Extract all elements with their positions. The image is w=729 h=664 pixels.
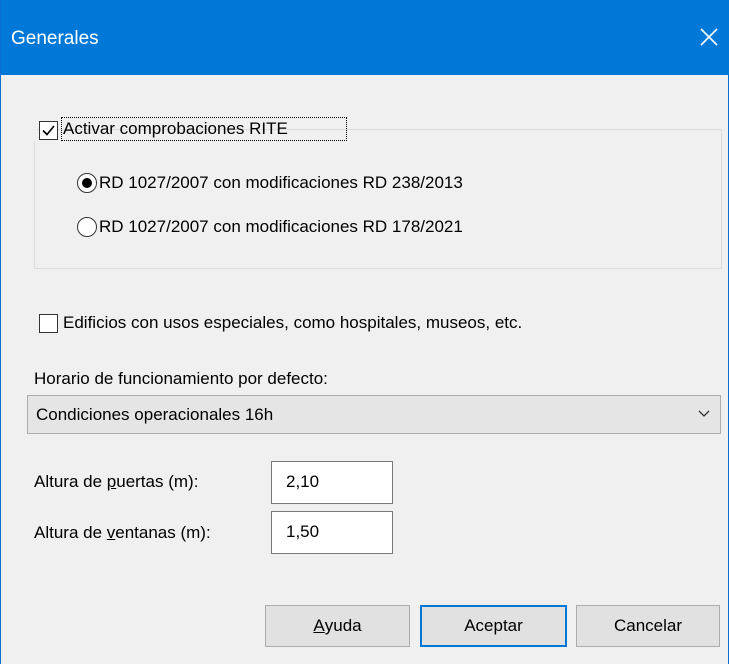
schedule-dropdown[interactable]: Condiciones operacionales 16h: [27, 395, 721, 434]
rite-group-legend: [31, 113, 37, 141]
dialog-window: Generales Activar comprobaciones RITE RD…: [0, 0, 729, 664]
rite-checkbox[interactable]: [39, 121, 58, 140]
accept-label: Aceptar: [464, 616, 523, 635]
window-height-input[interactable]: 1,50: [271, 511, 393, 554]
rite-checkbox-label[interactable]: Activar comprobaciones RITE: [63, 119, 288, 139]
help-button[interactable]: Ayuda: [265, 605, 410, 647]
window-height-value: 1,50: [286, 522, 320, 541]
accept-button[interactable]: Aceptar: [420, 605, 567, 647]
schedule-selected-value: Condiciones operacionales 16h: [36, 405, 274, 424]
cancel-button[interactable]: Cancelar: [576, 605, 720, 647]
schedule-label: Horario de funcionamiento por defecto:: [34, 369, 328, 388]
window-title: Generales: [11, 28, 99, 49]
door-height-label: Altura de puertas (m):: [34, 472, 199, 491]
radio-label-rd-238-2013[interactable]: RD 1027/2007 con modificaciones RD 238/2…: [99, 173, 463, 193]
help-accel: A: [313, 616, 325, 635]
special-use-label[interactable]: Edificios con usos especiales, como hosp…: [63, 313, 522, 333]
title-bar[interactable]: Generales: [1, 0, 729, 75]
door-height-value: 2,10: [286, 472, 320, 491]
radio-label-rd-178-2021[interactable]: RD 1027/2007 con modificaciones RD 178/2…: [99, 217, 463, 237]
radio-rd-238-2013[interactable]: [77, 173, 97, 193]
special-use-checkbox[interactable]: [39, 314, 58, 333]
radio-rd-178-2021[interactable]: [77, 217, 97, 237]
close-icon: [700, 28, 718, 46]
cancel-label: Cancelar: [613, 616, 683, 635]
window-height-label: Altura de ventanas (m):: [34, 523, 211, 542]
chevron-down-icon: [698, 410, 710, 417]
rite-groupbox: [34, 129, 722, 269]
close-button[interactable]: [690, 16, 729, 66]
help-label: yuda: [324, 616, 362, 635]
door-height-input[interactable]: 2,10: [271, 461, 393, 504]
radio-selected-dot: [82, 178, 92, 188]
checkmark-icon: [42, 125, 55, 136]
